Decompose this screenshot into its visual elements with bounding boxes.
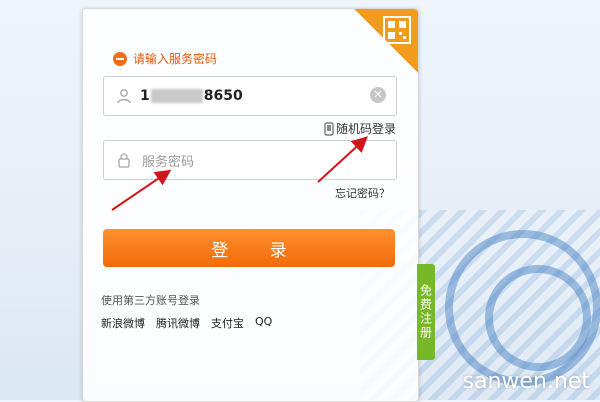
- annotation-arrow: [317, 136, 368, 183]
- annotation-arrows: [111, 136, 368, 211]
- watermark: sanwen.net: [462, 369, 590, 394]
- annotation-arrow: [111, 169, 172, 211]
